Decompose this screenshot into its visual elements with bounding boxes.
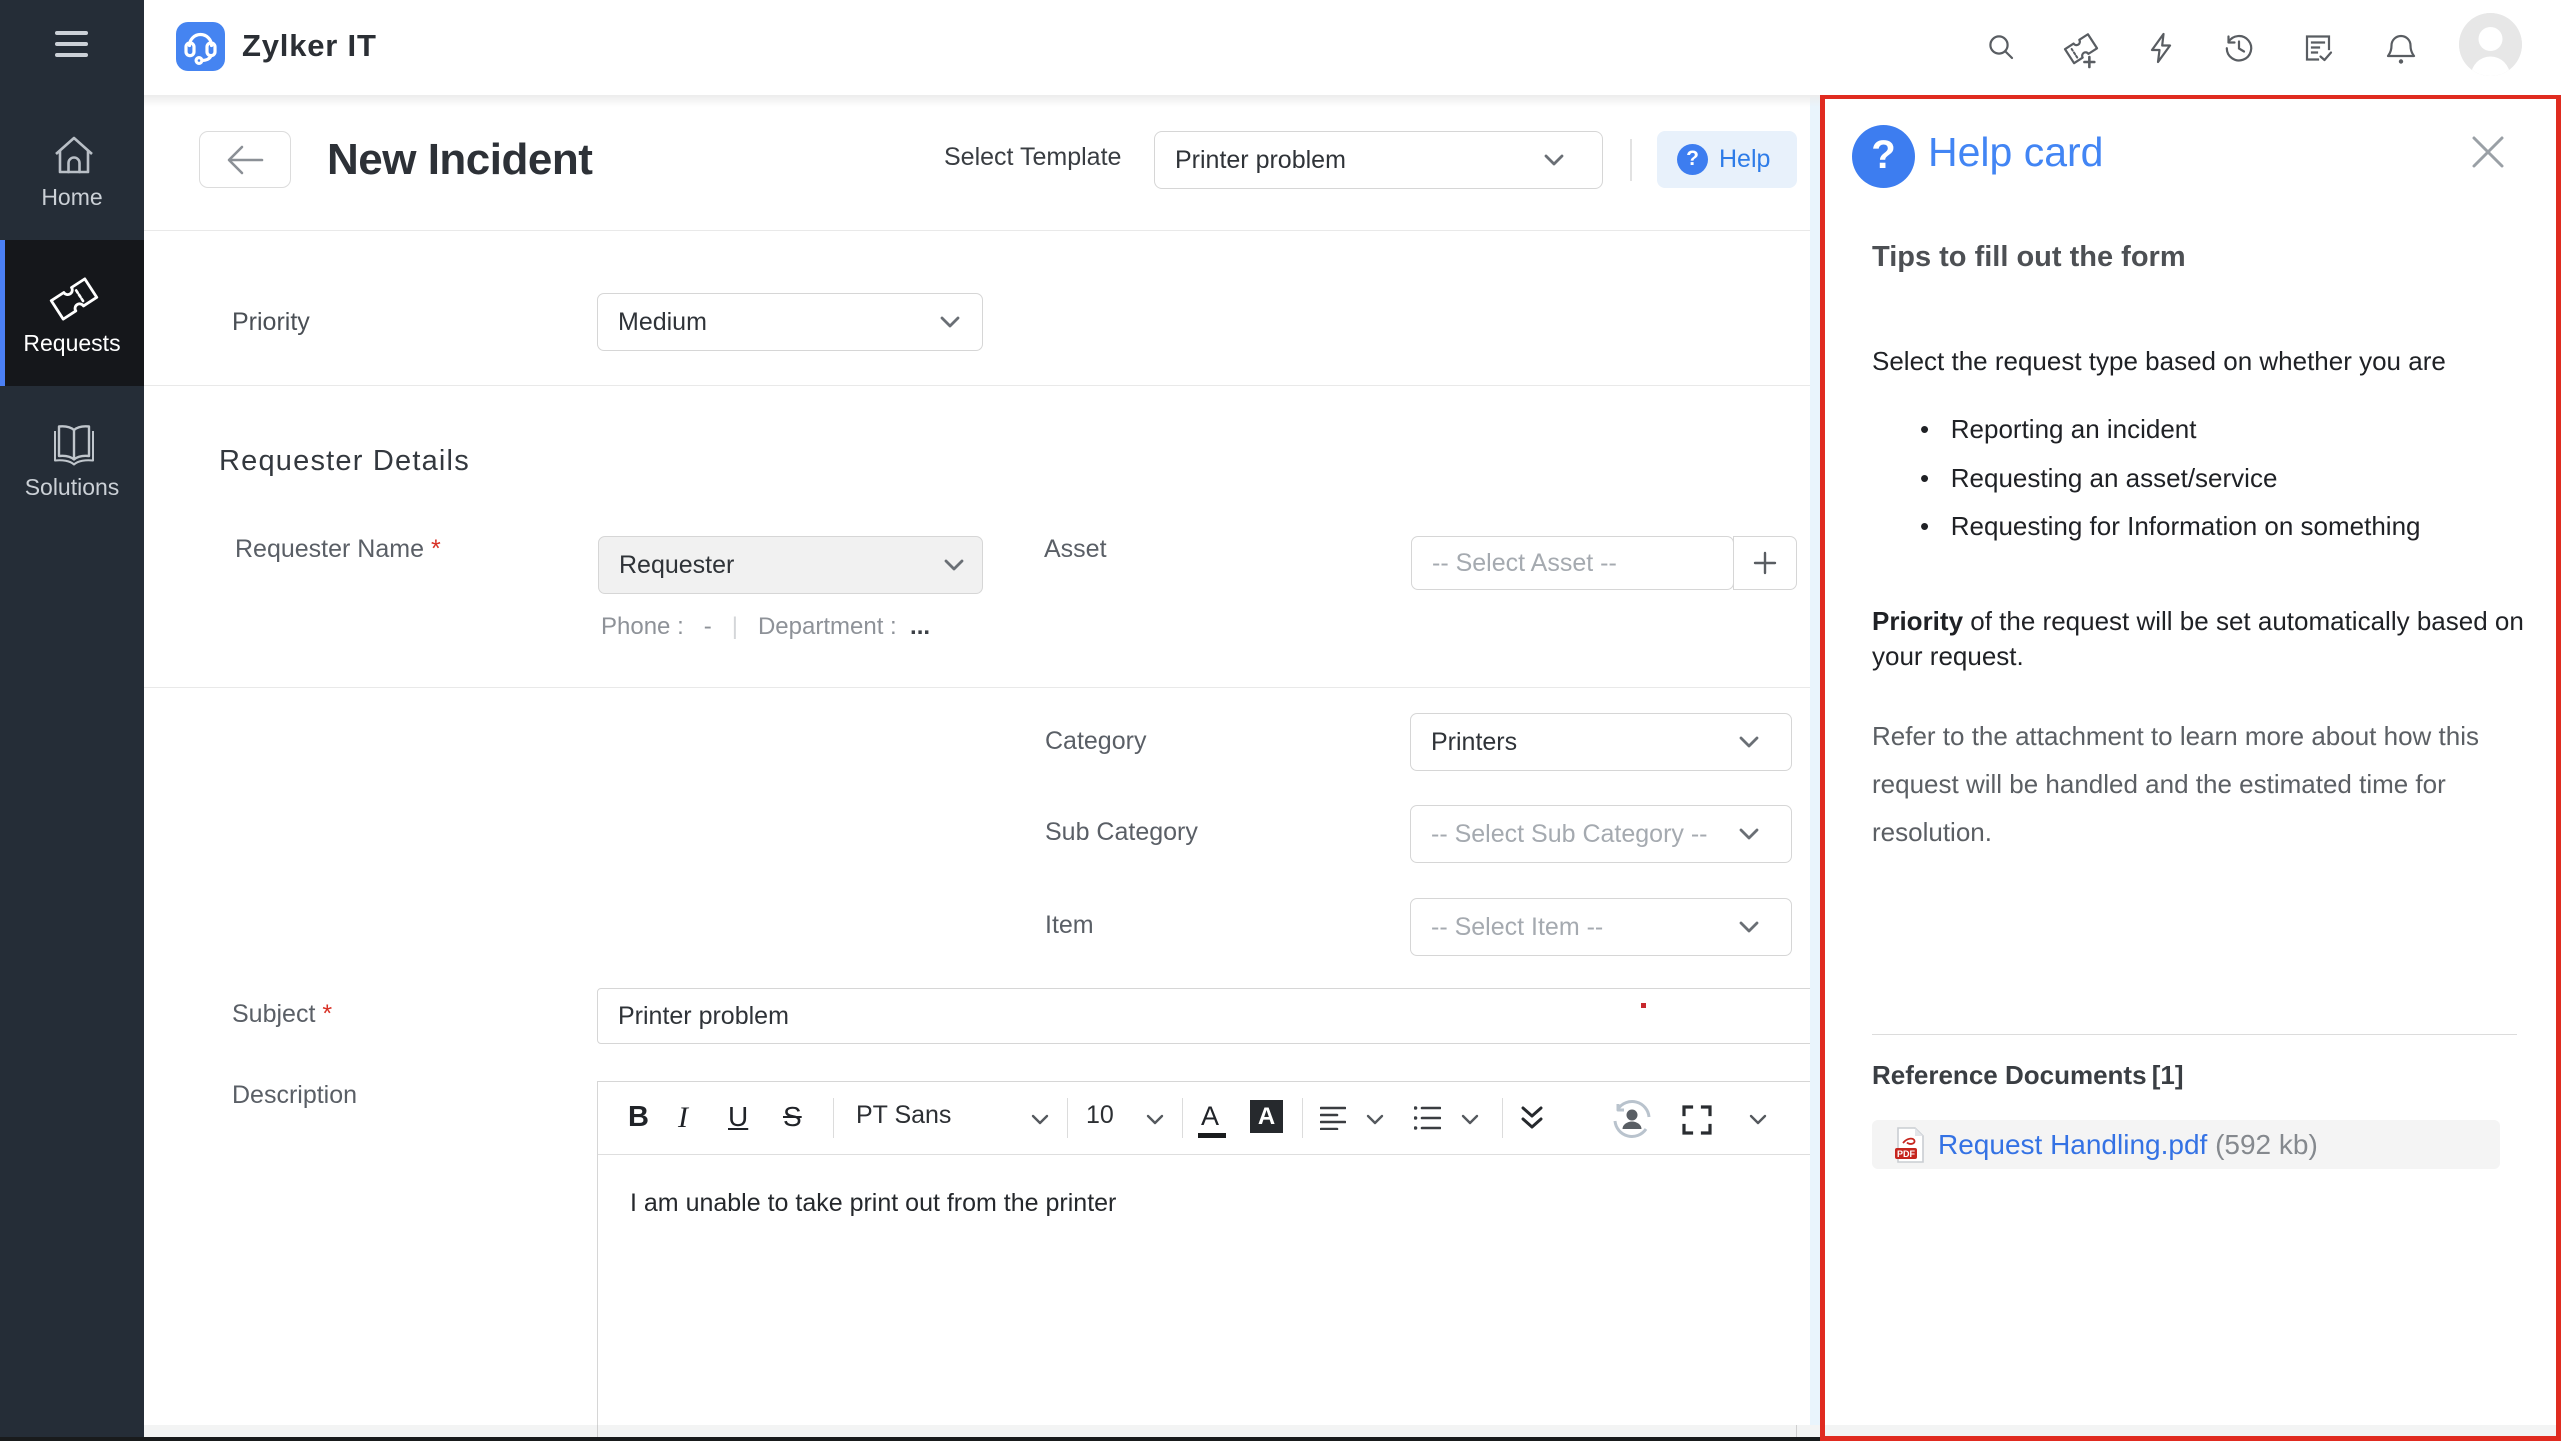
svg-text:PDF: PDF <box>1897 1149 1916 1159</box>
